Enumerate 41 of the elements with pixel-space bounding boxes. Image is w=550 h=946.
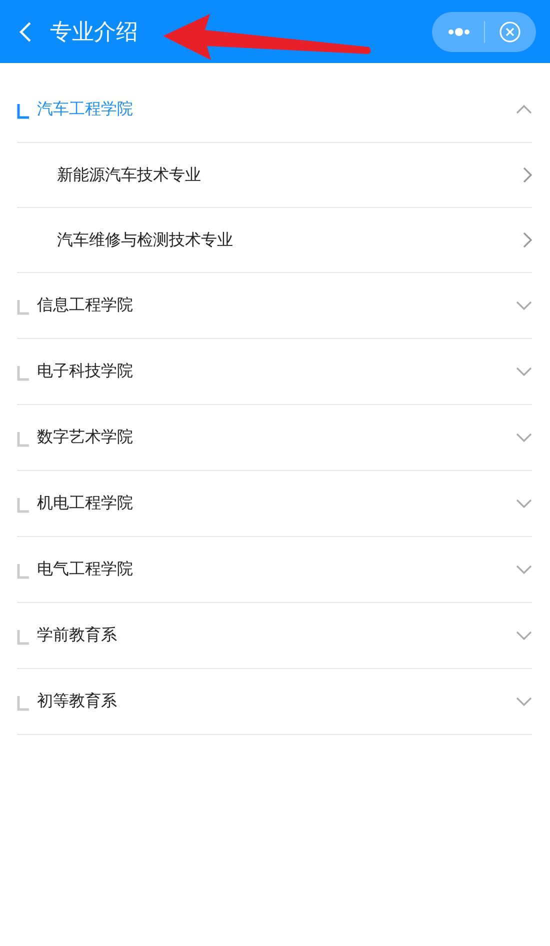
chevron-right-icon <box>523 232 532 248</box>
chevron-down-icon <box>516 367 532 376</box>
corner-icon <box>17 498 29 513</box>
corner-icon <box>17 696 29 711</box>
department-name: 汽车工程学院 <box>37 99 134 120</box>
department-name: 电气工程学院 <box>37 559 134 580</box>
chevron-up-icon <box>516 105 532 114</box>
corner-icon <box>17 432 29 447</box>
chevron-down-icon <box>516 433 532 442</box>
department-row[interactable]: 学前教育系 <box>17 603 532 669</box>
corner-icon <box>17 564 29 579</box>
department-name: 机电工程学院 <box>37 493 134 514</box>
chevron-down-icon <box>516 565 532 574</box>
corner-icon <box>17 366 29 381</box>
major-name: 汽车维修与检测技术专业 <box>57 230 234 250</box>
major-row[interactable]: 新能源汽车技术专业 <box>17 143 532 208</box>
chevron-down-icon <box>516 631 532 640</box>
page-title: 专业介绍 <box>50 18 138 46</box>
chevron-down-icon <box>516 697 532 706</box>
department-name: 数字艺术学院 <box>37 427 134 448</box>
chevron-right-icon <box>523 167 532 183</box>
department-name: 信息工程学院 <box>37 295 134 316</box>
department-name: 初等教育系 <box>37 691 118 712</box>
department-row[interactable]: 初等教育系 <box>17 669 532 735</box>
department-row[interactable]: 信息工程学院 <box>17 273 532 339</box>
department-row[interactable]: 电子科技学院 <box>17 339 532 405</box>
chevron-down-icon <box>516 301 532 310</box>
major-name: 新能源汽车技术专业 <box>57 164 202 186</box>
corner-icon <box>17 104 29 119</box>
department-name: 学前教育系 <box>37 625 118 646</box>
department-row[interactable]: 电气工程学院 <box>17 537 532 603</box>
more-icon[interactable] <box>446 26 471 36</box>
department-row[interactable]: 数字艺术学院 <box>17 405 532 471</box>
corner-icon <box>17 630 29 645</box>
department-name: 电子科技学院 <box>37 361 134 382</box>
corner-icon <box>17 300 29 315</box>
department-row[interactable]: 机电工程学院 <box>17 471 532 537</box>
chevron-down-icon <box>516 499 532 508</box>
major-row[interactable]: 汽车维修与检测技术专业 <box>17 208 532 273</box>
back-icon[interactable] <box>18 20 32 42</box>
close-icon[interactable] <box>499 20 522 42</box>
